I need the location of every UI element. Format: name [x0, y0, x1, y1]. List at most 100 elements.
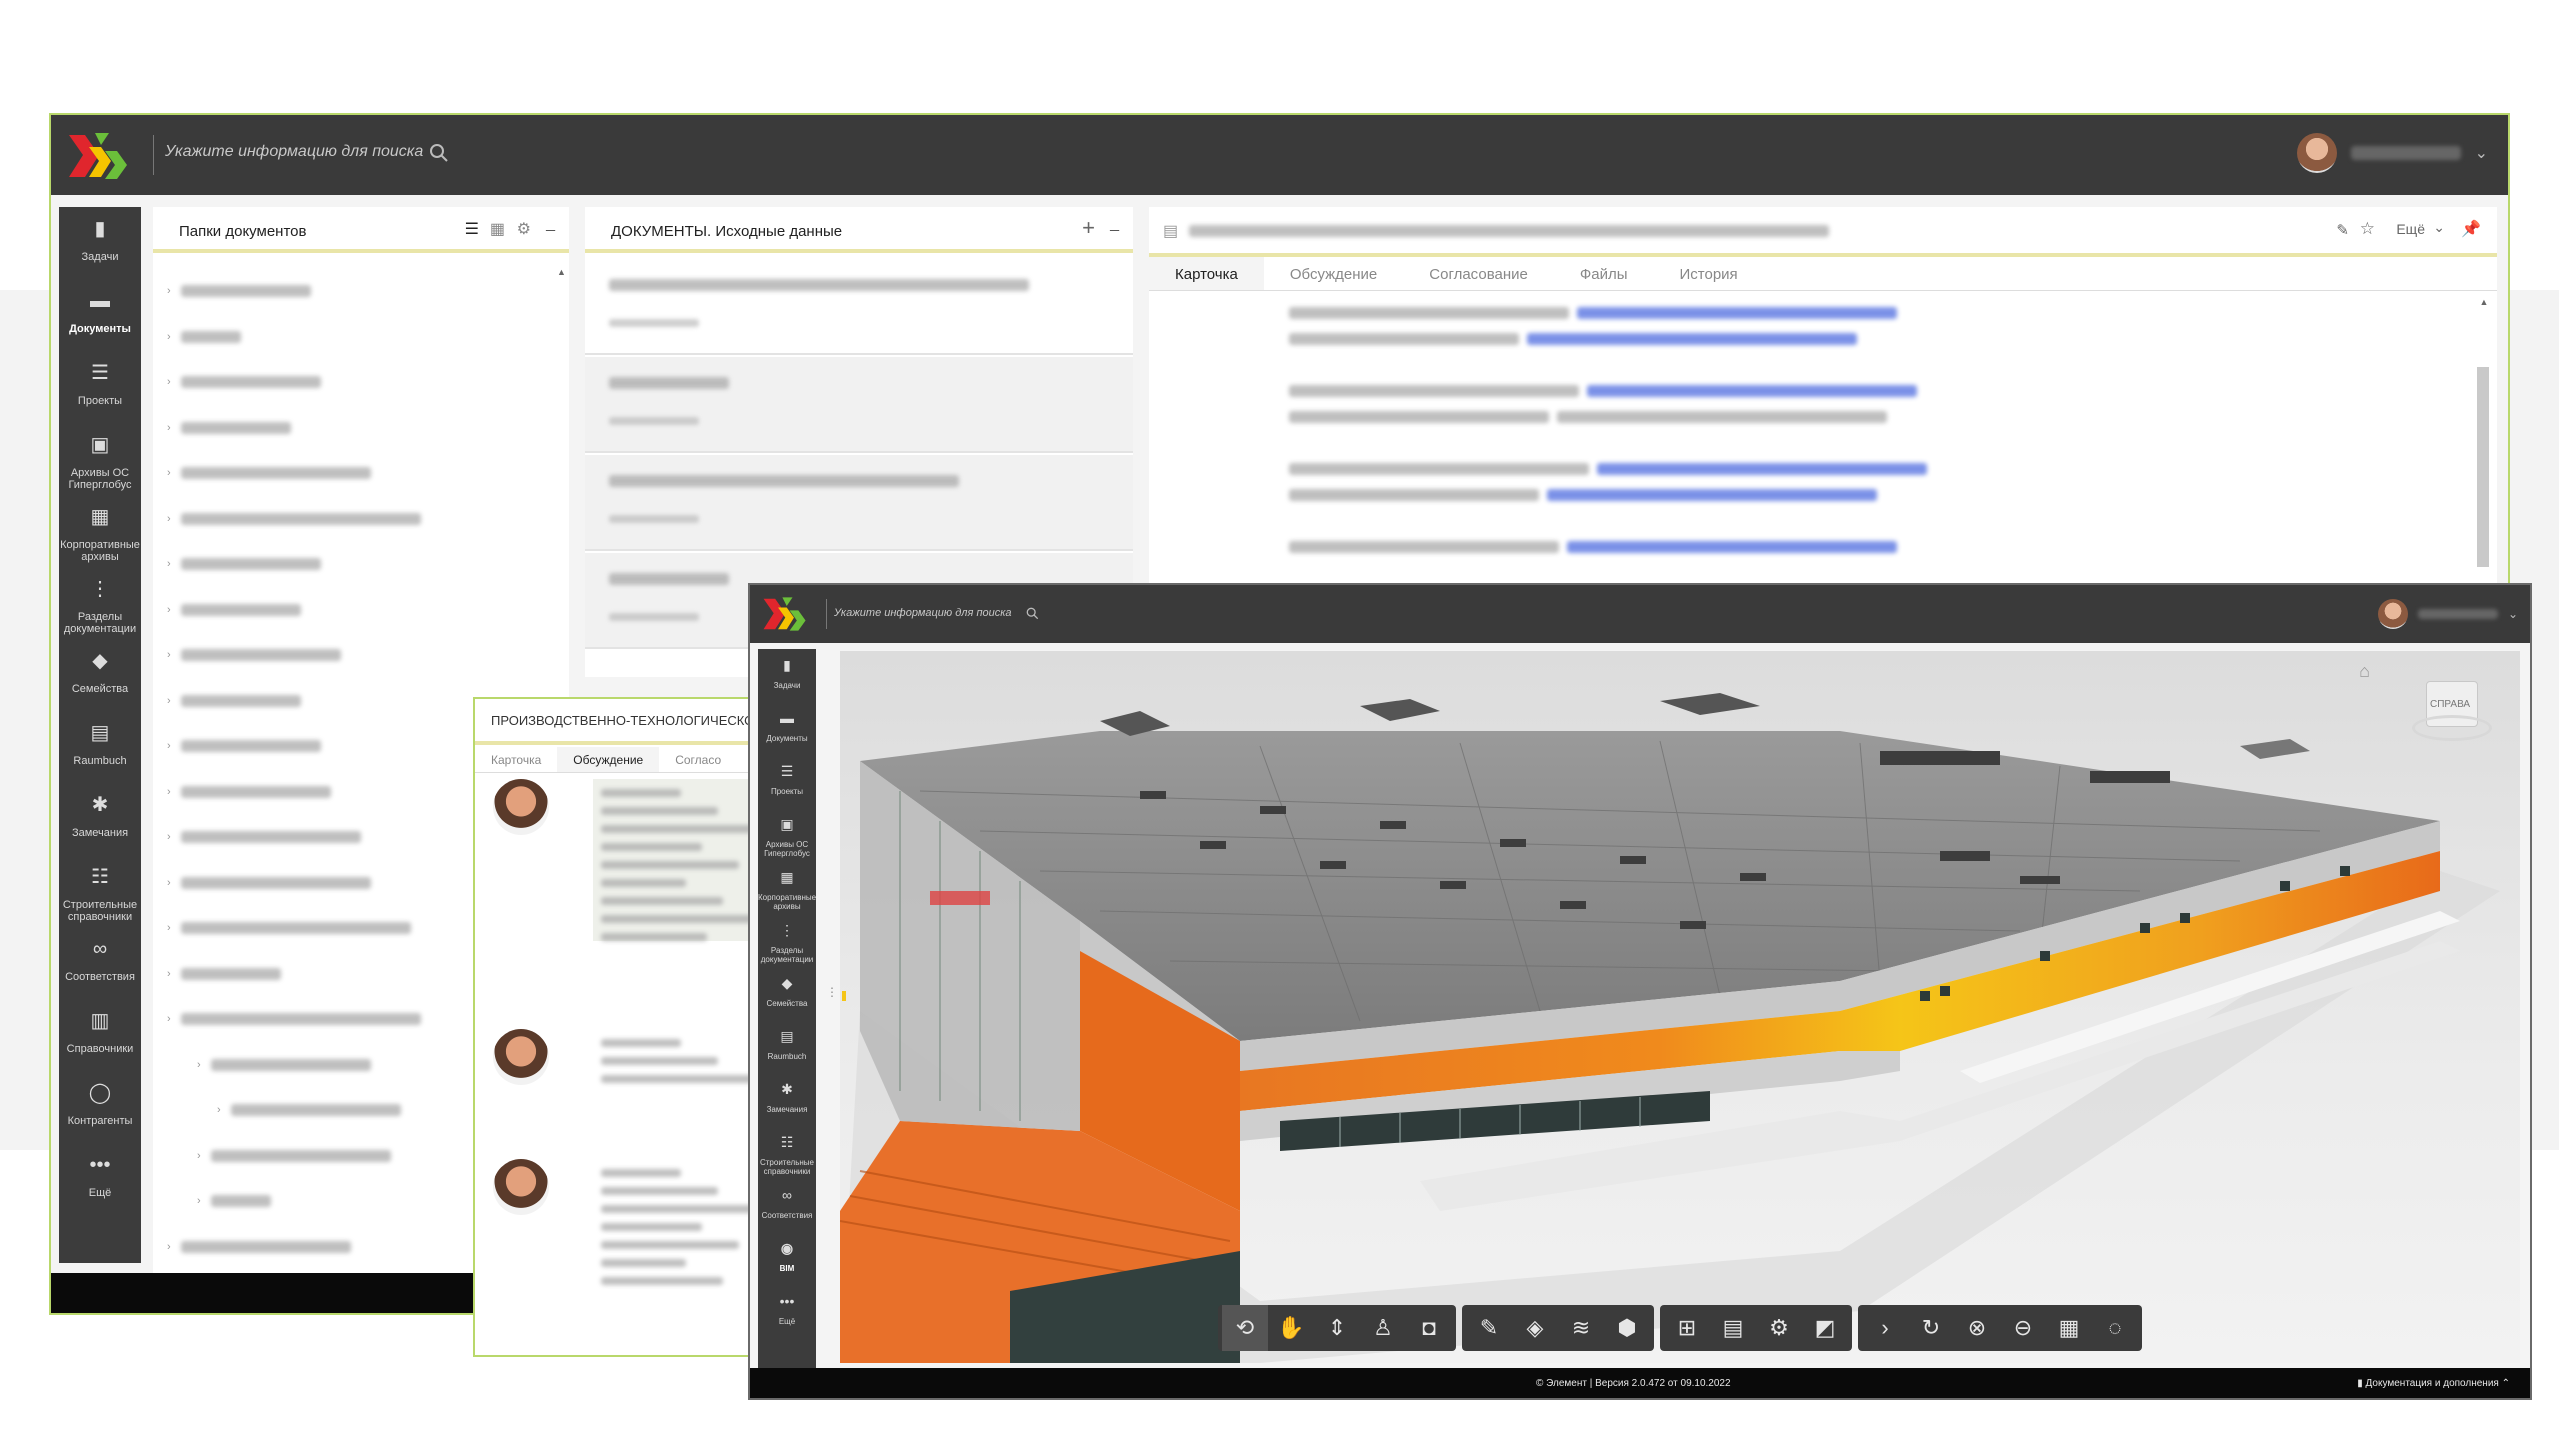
chevron-right-icon[interactable]: › [167, 331, 171, 343]
chevron-right-icon[interactable]: › [167, 513, 171, 525]
next-icon[interactable]: › [1862, 1305, 1908, 1351]
view-cube[interactable]: СПРАВА [2412, 681, 2492, 751]
avatar[interactable] [493, 1029, 549, 1085]
folder-item[interactable]: › [167, 922, 411, 934]
tab-0[interactable]: Карточка [1149, 257, 1264, 290]
view-cube-label[interactable]: СПРАВА [2430, 699, 2470, 710]
chevron-down-icon[interactable]: ⌄ [2508, 607, 2518, 621]
nav-item-6[interactable]: ◆ Семейства [59, 651, 141, 695]
chevron-right-icon[interactable]: › [167, 968, 171, 980]
nav-item-0[interactable]: ▮ Задачи [59, 219, 141, 263]
chevron-right-icon[interactable]: › [217, 1104, 221, 1116]
section-box-icon[interactable]: ◈ [1512, 1305, 1558, 1351]
folder-item[interactable]: › [167, 694, 301, 707]
chevron-right-icon[interactable]: › [167, 558, 171, 570]
nav-item-1[interactable]: ▬ Документы [758, 711, 816, 743]
folder-item[interactable]: › [197, 1058, 371, 1071]
add-icon[interactable]: + [1082, 215, 1095, 241]
app-logo[interactable] [760, 593, 812, 635]
document-card[interactable] [585, 455, 1133, 551]
user-menu[interactable]: ⌄ [2296, 133, 2488, 173]
docs-link[interactable]: ▮ Документация и дополнения ⌃ [2357, 1378, 2510, 1389]
gear-icon[interactable]: ⚙ [517, 219, 531, 239]
nav-item-0[interactable]: ▮ Задачи [758, 658, 816, 690]
folder-item[interactable]: › [167, 285, 311, 297]
folder-item[interactable]: › [167, 831, 361, 843]
close-circle-icon[interactable]: ⊗ [1954, 1305, 2000, 1351]
nav-item-13[interactable]: ••• Ещё [59, 1155, 141, 1199]
docs-link-label[interactable]: Документация и дополнения [2366, 1378, 2499, 1389]
measure-icon[interactable]: ✎ [1466, 1305, 1512, 1351]
settings-icon[interactable]: ⚙ [1756, 1305, 1802, 1351]
nav-item-3[interactable]: ▣ Архивы ОС Гиперглобус [59, 435, 141, 491]
tab-1[interactable]: Обсуждение [557, 747, 660, 772]
chevron-right-icon[interactable]: › [167, 877, 171, 889]
folder-item[interactable]: › [167, 376, 321, 388]
more-button[interactable]: Ещё [2396, 221, 2425, 237]
nav-item-6[interactable]: ◆ Семейства [758, 976, 816, 1008]
nav-item-1[interactable]: ▬ Документы [59, 291, 141, 335]
folder-item[interactable]: › [167, 740, 321, 752]
chevron-right-icon[interactable]: › [167, 604, 171, 616]
zoom-icon[interactable]: ⇕ [1314, 1305, 1360, 1351]
chevron-down-icon[interactable]: ⌄ [2433, 219, 2445, 236]
nav-item-2[interactable]: ☰ Проекты [59, 363, 141, 407]
nav-item-11[interactable]: ▥ Справочники [59, 1011, 141, 1055]
edit-icon[interactable]: ✎ [2336, 221, 2349, 239]
star-icon[interactable]: ☆ [2360, 219, 2375, 239]
folder-item[interactable]: › [197, 1149, 391, 1162]
nav-item-12[interactable]: ◯ Контрагенты [59, 1083, 141, 1127]
folder-item[interactable]: › [167, 1240, 351, 1253]
folder-item[interactable]: › [167, 603, 301, 616]
tab-1[interactable]: Обсуждение [1264, 257, 1403, 290]
avatar[interactable] [2296, 133, 2337, 173]
chevron-right-icon[interactable]: › [167, 649, 171, 661]
minus-circle-icon[interactable]: ⊖ [2000, 1305, 2046, 1351]
refresh-icon[interactable]: ↻ [1908, 1305, 1954, 1351]
nav-item-5[interactable]: ⋮ Разделы документации [59, 579, 141, 635]
folder-item[interactable]: › [167, 512, 421, 525]
nav-item-12[interactable]: ••• Ещё [758, 1294, 816, 1326]
home-icon[interactable]: ⌂ [2359, 661, 2370, 682]
search-input[interactable]: Укажите информацию для поиска [834, 607, 1012, 619]
fullscreen-icon[interactable]: ◩ [1802, 1305, 1848, 1351]
nav-item-9[interactable]: ☷ Строительные справочники [59, 867, 141, 923]
folder-item[interactable]: › [167, 1013, 421, 1025]
chevron-right-icon[interactable]: › [167, 740, 171, 752]
chevron-right-icon[interactable]: › [167, 695, 171, 707]
chevron-right-icon[interactable]: › [167, 786, 171, 798]
nav-item-4[interactable]: ▦ Корпоративные архивы [758, 870, 816, 911]
nav-item-10[interactable]: ∞ Соответствия [758, 1188, 816, 1220]
folder-item[interactable]: › [167, 330, 241, 343]
scrollbar[interactable]: ▲ [557, 267, 566, 727]
nav-item-5[interactable]: ⋮ Разделы документации [758, 923, 816, 964]
calendar-icon[interactable]: ▦ [2046, 1305, 2092, 1351]
layers-icon[interactable]: ≋ [1558, 1305, 1604, 1351]
avatar[interactable] [2377, 599, 2408, 629]
app-logo[interactable] [65, 127, 135, 185]
folder-item[interactable]: › [217, 1104, 401, 1116]
tab-2[interactable]: Согласо [659, 747, 737, 772]
chevron-right-icon[interactable]: › [167, 422, 171, 434]
nav-item-10[interactable]: ∞ Соответствия [59, 939, 141, 983]
hierarchy-icon[interactable]: ⊞ [1664, 1305, 1710, 1351]
pan-icon[interactable]: ✋ [1268, 1305, 1314, 1351]
minimize-icon[interactable]: _ [546, 215, 555, 233]
chevron-right-icon[interactable]: › [167, 922, 171, 934]
document-card[interactable] [585, 259, 1133, 355]
search-icon[interactable] [1026, 607, 1039, 620]
camera-icon[interactable]: ◘ [1406, 1305, 1452, 1351]
nav-item-8[interactable]: ✱ Замечания [59, 795, 141, 839]
folder-item[interactable]: › [167, 421, 291, 434]
nav-item-7[interactable]: ▤ Raumbuch [758, 1029, 816, 1061]
chevron-right-icon[interactable]: › [167, 1013, 171, 1025]
search-input[interactable]: Укажите информацию для поиска [165, 143, 423, 161]
list-view-icon[interactable]: ☰ [465, 219, 479, 239]
user-menu[interactable]: ⌄ [2377, 599, 2518, 629]
nav-item-4[interactable]: ▦ Корпоративные архивы [59, 507, 141, 563]
nav-item-9[interactable]: ☷ Строительные справочники [758, 1135, 816, 1176]
folder-item[interactable]: › [167, 785, 331, 798]
avatar[interactable] [493, 1159, 549, 1215]
tab-0[interactable]: Карточка [475, 747, 557, 772]
chevron-right-icon[interactable]: › [197, 1150, 201, 1162]
